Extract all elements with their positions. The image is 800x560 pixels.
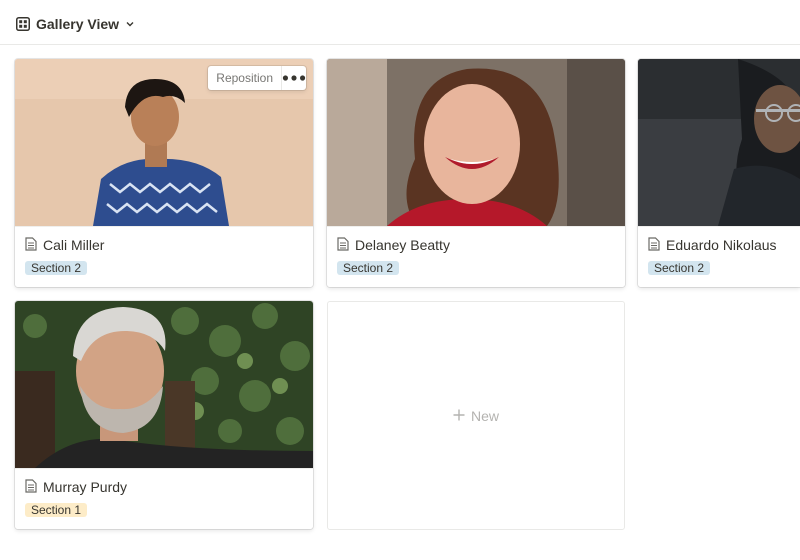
card-body: Eduardo Nikolaus Section 2 xyxy=(638,226,800,287)
new-card-label: New xyxy=(470,407,499,424)
plus-icon xyxy=(453,408,465,424)
page-document-icon xyxy=(25,236,37,254)
reposition-button[interactable]: Reposition xyxy=(208,66,282,90)
card-title: Cali Miller xyxy=(43,237,105,253)
chevron-down-icon xyxy=(125,19,135,29)
view-header: Gallery View xyxy=(0,0,800,45)
view-label: Gallery View xyxy=(36,16,120,32)
page-document-icon xyxy=(337,236,349,254)
card-title: Eduardo Nikolaus xyxy=(666,237,777,253)
page-document-icon xyxy=(648,236,660,254)
section-tag: Section 2 xyxy=(25,261,88,275)
card-body: Cali Miller Section 2 xyxy=(15,226,313,287)
card-title: Murray Purdy xyxy=(43,479,128,495)
gallery-grid-icon xyxy=(16,17,30,31)
card-body: Murray Purdy Section 1 xyxy=(15,468,313,529)
gallery-card[interactable]: Murray Purdy Section 1 xyxy=(15,301,313,529)
card-cover-image: Reposition xyxy=(15,59,313,226)
card-title-row: Murray Purdy xyxy=(25,477,127,497)
section-tag: Section 2 xyxy=(648,261,711,275)
card-body: Delaney Beatty Section 2 xyxy=(327,226,625,287)
card-title-row: Eduardo Nikolaus xyxy=(648,235,777,255)
card-cover-image xyxy=(638,59,800,226)
cover-actions: Reposition xyxy=(208,66,306,90)
gallery-card[interactable]: Delaney Beatty Section 2 xyxy=(327,59,625,287)
view-switcher[interactable]: Gallery View xyxy=(16,12,135,36)
new-card-button[interactable]: New xyxy=(327,301,625,530)
section-tag: Section 1 xyxy=(25,503,88,517)
more-dots-icon[interactable] xyxy=(282,66,306,90)
card-title-row: Delaney Beatty xyxy=(337,235,450,255)
card-title-row: Cali Miller xyxy=(25,235,104,255)
gallery-card[interactable]: Eduardo Nikolaus Section 2 xyxy=(638,59,800,287)
page-document-icon xyxy=(25,478,37,496)
gallery-card[interactable]: Reposition Cali Miller Section 2 xyxy=(15,59,313,287)
card-title: Delaney Beatty xyxy=(355,237,450,253)
card-cover-image xyxy=(15,301,313,468)
section-tag: Section 2 xyxy=(337,261,400,275)
card-cover-image xyxy=(327,59,625,226)
